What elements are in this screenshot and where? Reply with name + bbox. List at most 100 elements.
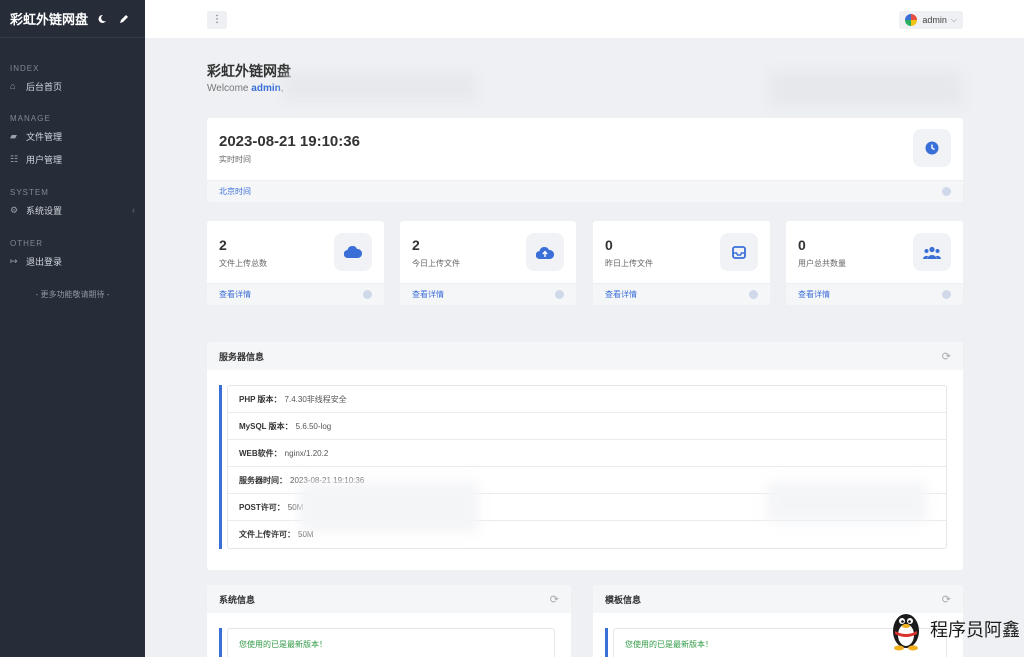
stat-icon-box bbox=[913, 233, 951, 271]
sidebar-section-other: OTHER ↦ 退出登录 bbox=[0, 239, 145, 272]
arrow-circle-icon bbox=[363, 290, 372, 299]
stat-icon-box bbox=[334, 233, 372, 271]
arrow-circle-icon bbox=[942, 290, 951, 299]
info-key: 服务器时间： bbox=[239, 475, 287, 485]
stat-label: 今日上传文件 bbox=[412, 259, 460, 268]
refresh-icon[interactable]: ⟳ bbox=[550, 593, 559, 606]
redacted-area bbox=[285, 74, 475, 100]
info-key: PHP 版本： bbox=[239, 394, 282, 404]
welcome-prefix: Welcome bbox=[207, 83, 252, 94]
stat-card: 2 文件上传总数 查看详情 bbox=[207, 221, 384, 305]
clock-label: 实时时间 bbox=[219, 155, 251, 164]
chevron-left-icon: ‹ bbox=[132, 205, 135, 215]
stat-value: 2 bbox=[219, 237, 227, 253]
menu-toggle-button[interactable]: ⋮ bbox=[207, 11, 227, 29]
refresh-icon[interactable]: ⟳ bbox=[942, 350, 951, 363]
info-key: POST许可： bbox=[239, 502, 285, 512]
view-details-link[interactable]: 查看详情 bbox=[219, 289, 251, 300]
sidebar: 彩虹外链网盘 INDEX ⌂ 后台首页 MANAGE ▰ 文件管理 ☷ 用户管理… bbox=[0, 0, 145, 657]
stat-card-footer[interactable]: 查看详情 bbox=[207, 283, 384, 305]
system-info-header: 系统信息 ⟳ bbox=[207, 585, 571, 613]
more-vertical-icon: ⋮ bbox=[212, 14, 222, 25]
cloud-icon bbox=[344, 246, 362, 258]
dark-mode-toggle[interactable] bbox=[91, 9, 113, 29]
user-menu-button[interactable]: admin ⌵ bbox=[899, 11, 963, 29]
welcome-suffix: , bbox=[280, 83, 284, 94]
penguin-logo-icon bbox=[893, 614, 919, 651]
chevron-down-icon: ⌵ bbox=[950, 15, 957, 24]
sidebar-section-system: SYSTEM ⚙ 系统设置 ‹ bbox=[0, 188, 145, 221]
stat-label: 昨日上传文件 bbox=[605, 259, 653, 268]
server-info-panel: 服务器信息 ⟳ PHP 版本： 7.4.30非线程安全 MySQL 版本： 5.6.… bbox=[207, 342, 963, 570]
notice-wrap: 您使用的已是最新版本！ bbox=[219, 628, 555, 657]
timezone-label: 北京时间 bbox=[219, 187, 251, 196]
users-icon: ☷ bbox=[10, 153, 19, 164]
welcome-user-link[interactable]: admin bbox=[251, 83, 280, 94]
sidebar-header: 彩虹外链网盘 bbox=[0, 0, 145, 38]
top-bar: ⋮ admin ⌵ bbox=[145, 0, 1024, 38]
edit-theme-button[interactable] bbox=[113, 9, 135, 29]
clock-card-footer: 北京时间 bbox=[207, 180, 963, 202]
sidebar-more-note: - 更多功能敬请期待 - bbox=[35, 290, 110, 299]
info-value: 5.6.50-log bbox=[295, 421, 332, 431]
sidebar-section-index: INDEX ⌂ 后台首页 bbox=[0, 64, 145, 97]
users-icon bbox=[923, 246, 941, 259]
sidebar-section-label: OTHER bbox=[10, 239, 43, 248]
stat-card-footer[interactable]: 查看详情 bbox=[400, 283, 576, 305]
clock-icon bbox=[925, 141, 939, 155]
clock-value: 2023-08-21 19:10:36 bbox=[219, 133, 360, 150]
stat-card: 2 今日上传文件 查看详情 bbox=[400, 221, 576, 305]
panel-title: 服务器信息 bbox=[219, 351, 265, 362]
view-details-link[interactable]: 查看详情 bbox=[605, 289, 637, 300]
sidebar-item-settings[interactable]: ⚙ 系统设置 ‹ bbox=[0, 199, 145, 221]
sidebar-section-label: MANAGE bbox=[10, 114, 51, 123]
info-key: MySQL 版本： bbox=[239, 421, 293, 431]
logout-icon: ↦ bbox=[10, 255, 18, 266]
stat-card-footer[interactable]: 查看详情 bbox=[593, 283, 770, 305]
clock-card: 2023-08-21 19:10:36 实时时间 北京时间 bbox=[207, 118, 963, 202]
gear-icon: ⚙ bbox=[10, 204, 19, 215]
stat-label: 用户总共数量 bbox=[798, 259, 846, 268]
cloud-upload-icon bbox=[536, 246, 554, 259]
sidebar-item-files[interactable]: ▰ 文件管理 bbox=[0, 125, 145, 147]
moon-icon bbox=[98, 14, 106, 23]
stat-label: 文件上传总数 bbox=[219, 259, 267, 268]
watermark: 程序员阿鑫 bbox=[886, 607, 1020, 651]
arrow-circle-icon bbox=[942, 187, 951, 196]
info-value: 7.4.30非线程安全 bbox=[284, 394, 347, 404]
sidebar-item-home[interactable]: ⌂ 后台首页 bbox=[0, 75, 145, 97]
stat-icon-box bbox=[720, 233, 758, 271]
sidebar-item-label: 用户管理 bbox=[26, 154, 63, 165]
redacted-area bbox=[770, 72, 962, 106]
sidebar-item-logout[interactable]: ↦ 退出登录 bbox=[0, 250, 145, 272]
welcome-text: Welcome admin, bbox=[207, 83, 284, 94]
info-key: WEB软件： bbox=[239, 448, 282, 458]
list-item: PHP 版本： 7.4.30非线程安全 bbox=[228, 386, 946, 413]
panel-title: 系统信息 bbox=[219, 594, 256, 605]
sidebar-item-label: 退出登录 bbox=[26, 256, 63, 267]
view-details-link[interactable]: 查看详情 bbox=[412, 289, 444, 300]
sidebar-title: 彩虹外链网盘 bbox=[10, 12, 89, 27]
stat-value: 0 bbox=[605, 237, 613, 253]
version-notice: 您使用的已是最新版本！ bbox=[227, 628, 555, 657]
sidebar-section-label: INDEX bbox=[10, 64, 40, 73]
list-item: MySQL 版本： 5.6.50-log bbox=[228, 413, 946, 440]
view-details-link[interactable]: 查看详情 bbox=[798, 289, 830, 300]
stat-value: 2 bbox=[412, 237, 420, 253]
sidebar-item-users[interactable]: ☷ 用户管理 bbox=[0, 148, 145, 170]
clock-icon-box bbox=[913, 129, 951, 167]
avatar bbox=[905, 14, 918, 26]
sidebar-item-label: 文件管理 bbox=[26, 131, 63, 142]
stat-card: 0 昨日上传文件 查看详情 bbox=[593, 221, 770, 305]
sidebar-item-label: 后台首页 bbox=[26, 81, 63, 92]
refresh-icon[interactable]: ⟳ bbox=[942, 593, 951, 606]
list-item: WEB软件： nginx/1.20.2 bbox=[228, 440, 946, 467]
home-icon: ⌂ bbox=[10, 81, 16, 91]
user-name: admin bbox=[922, 15, 947, 25]
sidebar-item-label: 系统设置 bbox=[26, 205, 63, 216]
info-value: nginx/1.20.2 bbox=[284, 448, 329, 458]
inbox-icon bbox=[732, 245, 746, 259]
arrow-circle-icon bbox=[749, 290, 758, 299]
redacted-area bbox=[767, 482, 927, 522]
stat-card-footer[interactable]: 查看详情 bbox=[786, 283, 963, 305]
